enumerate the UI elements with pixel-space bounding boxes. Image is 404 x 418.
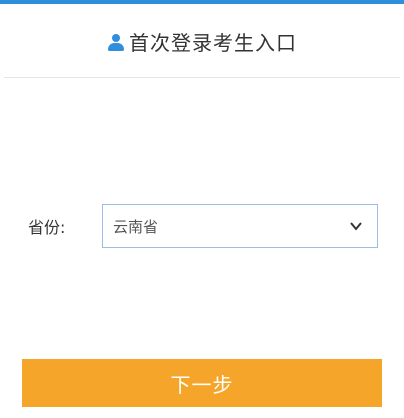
user-icon bbox=[107, 33, 125, 51]
next-step-button[interactable]: 下一步 bbox=[22, 359, 382, 407]
province-selected-value: 云南省 bbox=[113, 217, 159, 236]
province-row: 省份: 云南省 bbox=[28, 204, 378, 248]
page-header: 首次登录考生入口 bbox=[0, 4, 404, 77]
province-label: 省份: bbox=[28, 218, 66, 237]
chevron-down-icon bbox=[350, 222, 362, 231]
header-divider bbox=[4, 77, 400, 78]
header-title-group: 首次登录考生入口 bbox=[107, 27, 297, 56]
province-select[interactable]: 云南省 bbox=[102, 204, 378, 248]
page-title: 首次登录考生入口 bbox=[129, 31, 297, 55]
